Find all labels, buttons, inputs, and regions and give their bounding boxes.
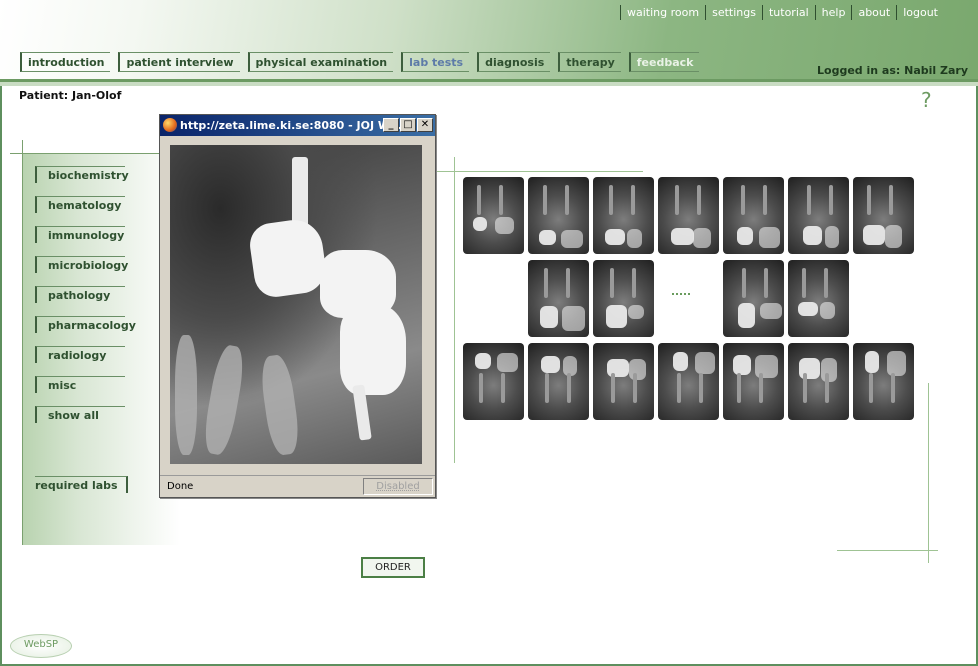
- top-nav-about[interactable]: about: [851, 5, 896, 20]
- help-icon[interactable]: ?: [921, 88, 932, 112]
- sidebar-item-hematology[interactable]: hematology: [35, 196, 125, 213]
- gallery-right-line: [928, 383, 929, 563]
- required-labs-link[interactable]: required labs: [35, 476, 128, 493]
- top-nav-settings[interactable]: settings: [705, 5, 762, 20]
- tab-introduction[interactable]: introduction: [20, 52, 111, 72]
- top-nav-tutorial[interactable]: tutorial: [761, 5, 815, 20]
- tab-therapy[interactable]: therapy: [558, 52, 621, 72]
- tab-bar: introduction patient interview physical …: [20, 52, 700, 72]
- patient-name: Patient: Jan-Olof: [19, 89, 122, 102]
- gallery-bottom-line: [837, 550, 938, 551]
- header: waiting room settings tutorial help abou…: [0, 0, 978, 86]
- sidebar-item-show-all[interactable]: show all: [35, 406, 125, 423]
- top-nav-waiting-room[interactable]: waiting room: [620, 5, 705, 20]
- radiograph-thumbnail[interactable]: [528, 343, 589, 420]
- radiograph-thumbnail[interactable]: [593, 177, 654, 254]
- sidebar-left-line: [22, 140, 23, 544]
- radiograph-thumbnail[interactable]: [658, 260, 719, 337]
- sidebar-item-misc[interactable]: misc: [35, 376, 125, 393]
- popup-window: http://zeta.lime.ki.se:8080 - JOJ W... _…: [159, 114, 436, 498]
- top-nav: waiting room settings tutorial help abou…: [620, 5, 944, 20]
- tab-patient-interview[interactable]: patient interview: [118, 52, 240, 72]
- tab-feedback[interactable]: feedback: [628, 52, 700, 72]
- close-icon[interactable]: ✕: [417, 118, 433, 132]
- minimize-icon[interactable]: _: [383, 118, 399, 132]
- sidebar-item-radiology[interactable]: radiology: [35, 346, 125, 363]
- radiograph-thumbnail[interactable]: [723, 177, 784, 254]
- order-button[interactable]: ORDER: [361, 557, 425, 578]
- sidebar-item-pathology[interactable]: pathology: [35, 286, 125, 303]
- radiograph-thumbnail[interactable]: [788, 177, 849, 254]
- radiograph-large: [170, 145, 422, 464]
- radiograph-thumbnail[interactable]: [463, 343, 524, 420]
- popup-status-text: Done: [167, 481, 194, 492]
- firefox-icon: [163, 118, 177, 132]
- sidebar-item-pharmacology[interactable]: pharmacology: [35, 316, 136, 333]
- radiograph-thumbnail[interactable]: [658, 177, 719, 254]
- sidebar-item-microbiology[interactable]: microbiology: [35, 256, 128, 273]
- tab-lab-tests[interactable]: lab tests: [401, 52, 470, 72]
- maximize-icon[interactable]: □: [400, 118, 416, 132]
- radiograph-thumbnail[interactable]: [723, 260, 784, 337]
- sidebar-top-line: [10, 153, 180, 154]
- radiograph-thumbnail[interactable]: [528, 177, 589, 254]
- radiograph-thumbnail[interactable]: [528, 260, 589, 337]
- tab-physical-examination[interactable]: physical examination: [247, 52, 394, 72]
- sidebar-item-immunology[interactable]: immunology: [35, 226, 125, 243]
- radiograph-thumbnail[interactable]: [788, 260, 849, 337]
- radiograph-thumbnail[interactable]: [593, 260, 654, 337]
- radiograph-thumbnail[interactable]: [658, 343, 719, 420]
- popup-status-bar: Done Disabled: [160, 475, 435, 497]
- top-nav-help[interactable]: help: [814, 5, 852, 20]
- popup-content: [170, 145, 422, 464]
- gallery-top-line: [437, 171, 643, 172]
- radiograph-thumbnail[interactable]: [853, 343, 914, 420]
- gallery-left-line: [454, 157, 455, 463]
- radiograph-thumbnail[interactable]: [788, 343, 849, 420]
- tab-diagnosis[interactable]: diagnosis: [477, 52, 551, 72]
- popup-title: http://zeta.lime.ki.se:8080 - JOJ W...: [180, 119, 402, 132]
- radiograph-thumbnail[interactable]: [723, 343, 784, 420]
- radiograph-thumbnail[interactable]: [463, 177, 524, 254]
- logged-in-user: Logged in as: Nabil Zary: [817, 64, 968, 77]
- radiograph-thumbnail[interactable]: [853, 177, 914, 254]
- sidebar-item-biochemistry[interactable]: biochemistry: [35, 166, 129, 183]
- popup-status-disabled: Disabled: [363, 478, 433, 495]
- radiograph-thumbnail[interactable]: [593, 343, 654, 420]
- websp-logo: WebSP: [10, 634, 72, 658]
- top-nav-logout[interactable]: logout: [896, 5, 944, 20]
